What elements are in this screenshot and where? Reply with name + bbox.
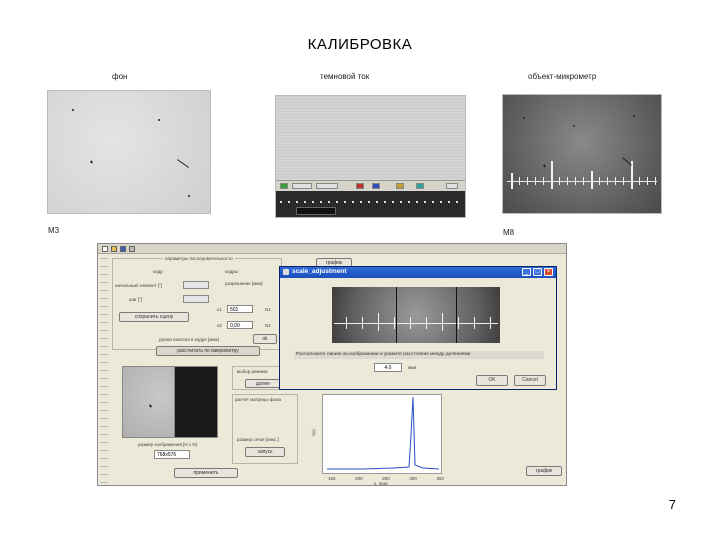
left-tag: M3 <box>48 226 60 235</box>
print-icon[interactable] <box>129 246 135 252</box>
plot-xlabel: x, пикс <box>374 481 388 486</box>
group-title: параметры последовательности <box>163 256 235 261</box>
x1-field[interactable]: 501 <box>227 305 253 313</box>
sequence-params-group: параметры последовательности кадр началь… <box>112 256 282 350</box>
save-scene-button[interactable]: сохранить сцену <box>119 312 189 322</box>
caption-micrometer: объект-микрометр <box>528 72 597 81</box>
save-icon[interactable] <box>120 246 126 252</box>
label-pixel-length: длина пиксела в кадре [мкм] <box>159 337 219 342</box>
xtick: 150 <box>328 476 336 481</box>
ok-small-button[interactable]: ok <box>253 334 277 344</box>
dialog-title: scale_adjustment <box>292 268 347 275</box>
division-value-input[interactable]: 4.0 <box>374 363 402 372</box>
intensity-plot <box>322 394 442 474</box>
app-icon <box>283 269 289 275</box>
label-x2: x2 <box>217 323 222 328</box>
cancel-button[interactable]: Cancel <box>514 375 546 386</box>
scale-adjustment-dialog: scale_adjustment _ □ × Расположите линию… <box>279 266 557 390</box>
label-frame: кадр <box>153 269 163 274</box>
caption-background: фон <box>112 72 128 81</box>
mode-group-title: выбор режима <box>237 369 268 374</box>
xtick: 300 <box>409 476 417 481</box>
unit-label: мкм <box>408 365 417 370</box>
background-matrix-group: расчет матрицы фона размер сетки [пикс.]… <box>232 394 298 464</box>
page-number: 7 <box>668 497 676 512</box>
cursor-line-left[interactable] <box>396 287 397 343</box>
label-frames: кадры <box>225 269 238 274</box>
label-step: шаг [°] <box>129 297 143 302</box>
intensity-plot-svg <box>327 396 440 470</box>
new-icon[interactable] <box>102 246 108 252</box>
next-button[interactable]: далее <box>245 379 281 388</box>
image-size-field[interactable]: 768x576 <box>154 450 190 459</box>
label-n2: N2 <box>265 323 271 328</box>
vertical-ruler <box>100 258 108 484</box>
calc-by-micrometer-button[interactable]: рассчитать по микрометру <box>156 346 260 356</box>
right-tag: M8 <box>503 228 515 237</box>
graph-button[interactable]: график <box>526 466 562 476</box>
label-start: начальный элемент [°] <box>115 283 163 288</box>
slide-title: КАЛИБРОВКА <box>307 36 413 53</box>
run-button[interactable]: запуск <box>245 447 285 457</box>
dialog-titlebar: scale_adjustment _ □ × <box>280 267 556 278</box>
x2-field[interactable]: 0.00 <box>227 321 253 329</box>
label-resolution: разрешение [мкм] <box>225 281 263 286</box>
xtick: 350 <box>436 476 444 481</box>
label-n1: N1 <box>265 307 271 312</box>
maximize-icon[interactable]: □ <box>533 268 542 276</box>
background-image <box>47 90 211 214</box>
plot-ylabel: I(x) <box>310 429 316 436</box>
close-icon[interactable]: × <box>544 268 553 276</box>
preview-dark-image <box>174 366 218 438</box>
xtick: 200 <box>355 476 363 481</box>
cursor-line-right[interactable] <box>456 287 457 343</box>
minimize-icon[interactable]: _ <box>522 268 531 276</box>
open-icon[interactable] <box>111 246 117 252</box>
label-x1: x1 <box>217 307 222 312</box>
dark-current-image <box>275 95 466 218</box>
micrometer-image <box>502 94 662 214</box>
ok-button[interactable]: OK <box>476 375 508 386</box>
label-grid-size: размер сетки [пикс.] <box>237 437 279 442</box>
step-field[interactable] <box>183 295 209 303</box>
label-image-size: размер изображения [N x N] <box>138 442 197 447</box>
apply-button[interactable]: применить <box>174 468 238 478</box>
matrix-group-title: расчет матрицы фона <box>235 397 282 402</box>
start-field[interactable] <box>183 281 209 289</box>
dialog-hint: Расположите линию на изображении и укажи… <box>294 351 544 359</box>
micrometer-preview <box>332 287 500 343</box>
toolbar <box>98 244 566 254</box>
caption-dark-current: темновой ток <box>320 72 370 81</box>
